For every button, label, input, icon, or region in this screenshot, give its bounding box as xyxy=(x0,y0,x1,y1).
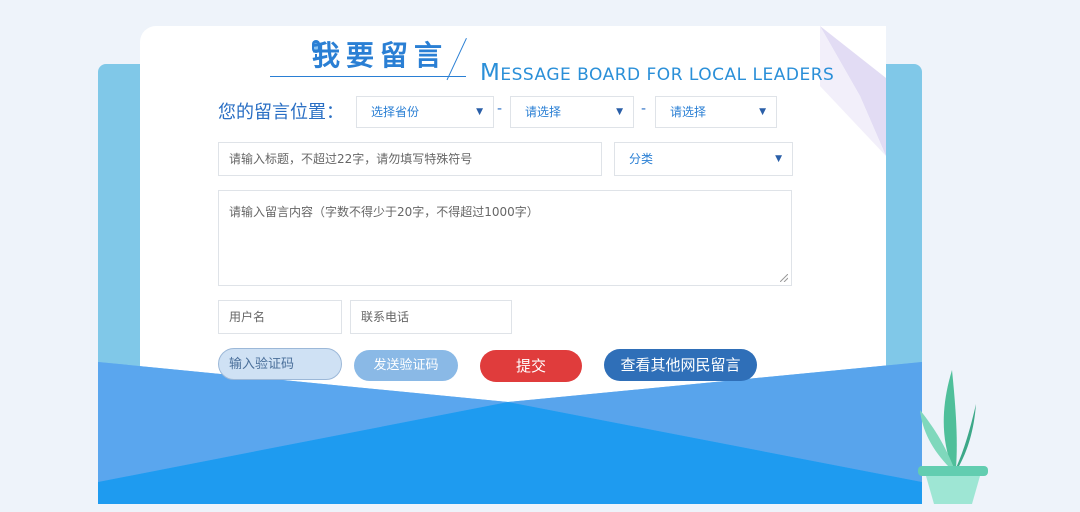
title-underline xyxy=(270,76,466,77)
title-slash xyxy=(446,38,467,81)
city-select-value: 请选择 xyxy=(525,105,562,119)
view-others-button[interactable]: 查看其他网民留言 xyxy=(604,349,757,381)
separator-dash: - xyxy=(641,101,647,117)
resize-handle-icon[interactable] xyxy=(780,274,788,282)
username-input-placeholder: 用户名 xyxy=(229,310,266,324)
envelope-flaps xyxy=(98,362,922,504)
page-title: 我要留言 MESSAGE BOARD FOR LOCAL LEADERS xyxy=(270,34,834,86)
potted-plant-illustration xyxy=(918,370,988,504)
category-select[interactable]: 分类 ▼ xyxy=(614,142,793,176)
location-label: 您的留言位置： xyxy=(218,102,344,123)
phone-input[interactable]: 联系电话 xyxy=(350,300,512,334)
title-english: MESSAGE BOARD FOR LOCAL LEADERS xyxy=(480,60,834,86)
phone-input-placeholder: 联系电话 xyxy=(361,310,410,324)
content-textarea-placeholder: 请输入留言内容（字数不得少于20字，不得超过1000字） xyxy=(229,205,539,219)
title-input-placeholder: 请输入标题，不超过22字，请勿填写特殊符号 xyxy=(229,152,473,166)
title-input[interactable]: 请输入标题，不超过22字，请勿填写特殊符号 xyxy=(218,142,602,176)
captcha-input-placeholder: 输入验证码 xyxy=(229,357,295,372)
category-select-value: 分类 xyxy=(629,152,654,166)
title-chinese: 我要留言 xyxy=(312,39,449,72)
chevron-down-icon: ▼ xyxy=(775,154,782,164)
city-select[interactable]: 请选择 ▼ xyxy=(510,96,634,128)
title-english-initial: M xyxy=(480,60,501,86)
content-textarea[interactable]: 请输入留言内容（字数不得少于20字，不得超过1000字） xyxy=(218,190,792,286)
captcha-input[interactable]: 输入验证码 xyxy=(218,348,342,380)
province-select-value: 选择省份 xyxy=(371,105,420,119)
envelope-front xyxy=(98,362,922,504)
county-select-value: 请选择 xyxy=(670,105,707,119)
submit-button[interactable]: 提交 xyxy=(480,350,582,382)
province-select[interactable]: 选择省份 ▼ xyxy=(356,96,494,128)
title-english-rest: ESSAGE BOARD FOR LOCAL LEADERS xyxy=(500,65,835,85)
chevron-down-icon: ▼ xyxy=(616,107,623,117)
county-select[interactable]: 请选择 ▼ xyxy=(655,96,777,128)
chevron-down-icon: ▼ xyxy=(476,107,483,117)
separator-dash: - xyxy=(497,101,503,117)
username-input[interactable]: 用户名 xyxy=(218,300,342,334)
send-code-button[interactable]: 发送验证码 xyxy=(354,350,458,381)
chevron-down-icon: ▼ xyxy=(759,107,766,117)
